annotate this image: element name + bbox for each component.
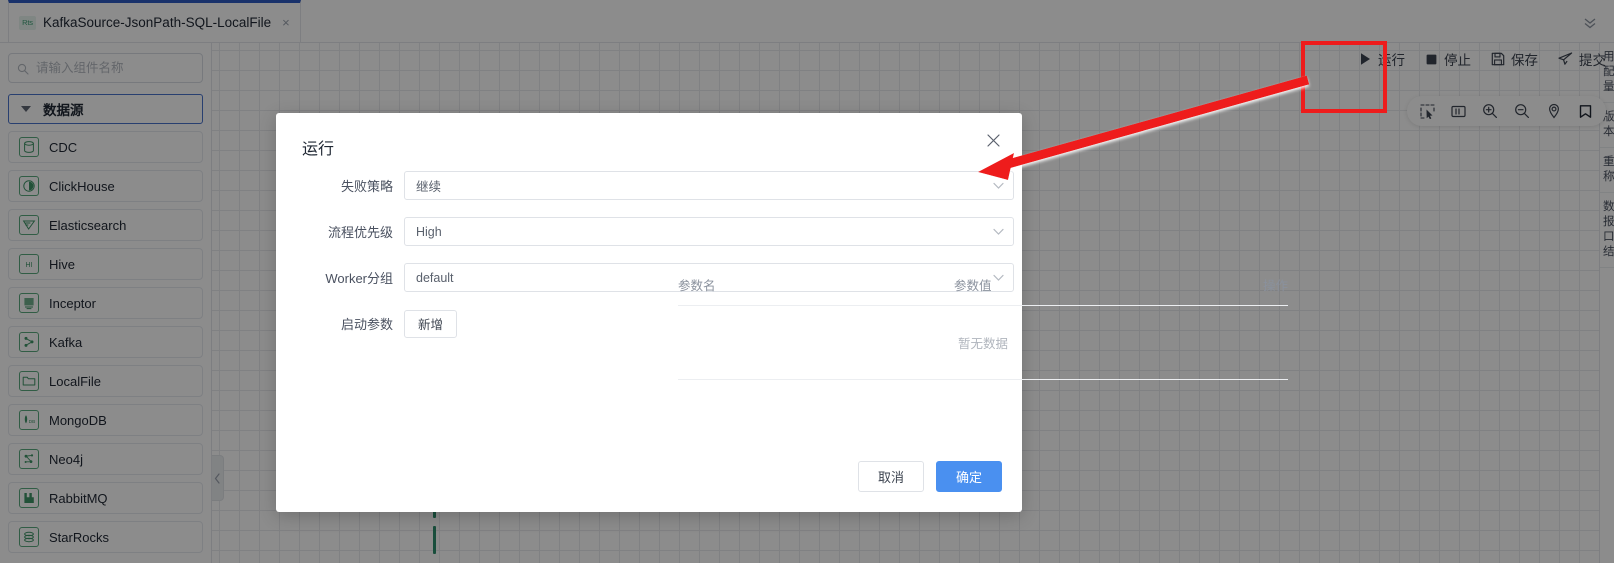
empty-state: 暂无数据 [678, 306, 1288, 380]
dialog-footer: 取消 确定 [857, 461, 1002, 492]
column-param-name: 参数名 [678, 279, 716, 293]
add-param-button[interactable]: 新增 [404, 309, 458, 338]
run-dialog: 运行 失败策略 继续 流程优先级 High Worker分组 default 启动参数 新增 … [276, 113, 1288, 512]
field-label: 流程优先级 [327, 225, 393, 240]
form-row: 流程优先级 High [276, 217, 1022, 246]
field-label: Worker分组 [325, 271, 393, 286]
form-row: 失败策略 继续 [276, 171, 1022, 200]
select-field-1[interactable]: High [404, 217, 1014, 246]
select-value: High [416, 224, 442, 239]
app-root: Rts KafkaSource-JsonPath-SQL-LocalFile ×… [0, 0, 1614, 563]
params-label: 启动参数 [340, 317, 393, 332]
select-field-0[interactable]: 继续 [404, 171, 1014, 200]
params-table: 参数名 参数值 操作 暂无数据 [678, 275, 1288, 380]
dialog-title: 运行 [302, 141, 335, 158]
column-actions: 操作 [1262, 279, 1288, 293]
field-label: 失败策略 [340, 179, 393, 194]
confirm-button[interactable]: 确定 [935, 461, 1002, 492]
cancel-button[interactable]: 取消 [857, 461, 924, 492]
params-table-header: 参数名 参数值 操作 [678, 275, 1288, 306]
select-value: 继续 [416, 180, 442, 194]
chevron-down-icon [993, 182, 1004, 190]
select-value: default [416, 270, 454, 285]
chevron-down-icon [993, 228, 1004, 236]
column-param-value: 参数值 [954, 279, 992, 293]
close-icon[interactable] [982, 129, 1004, 151]
